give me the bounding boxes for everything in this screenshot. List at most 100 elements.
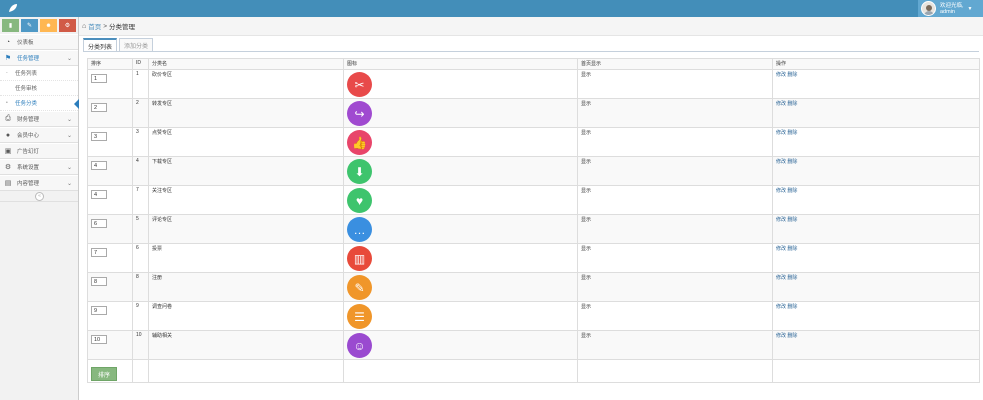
delete-link[interactable]: 删除: [787, 188, 797, 194]
sort-input[interactable]: 10: [91, 335, 107, 344]
sidebar-item-ads[interactable]: ▣ 广告幻灯: [0, 143, 78, 159]
sort-input[interactable]: 4: [91, 190, 107, 199]
sidebar-item-label: 任务审核: [15, 86, 38, 92]
sort-cell: 1: [87, 69, 133, 99]
gear-icon: ⚙: [4, 164, 12, 171]
sort-input[interactable]: 1: [91, 74, 107, 83]
edit-link[interactable]: 修改: [776, 304, 786, 310]
avatar: [921, 1, 936, 16]
id-cell: 6: [132, 243, 149, 273]
sort-input[interactable]: 9: [91, 306, 107, 315]
delete-link[interactable]: 删除: [787, 304, 797, 310]
sidebar-item-label: 广告幻灯: [17, 149, 40, 155]
table-row: 1 1 砍价专区 ✂ 显示 修改 删除: [87, 69, 980, 99]
sidebar-subitem-task-category[interactable]: • 任务分类: [0, 96, 79, 111]
column-header: 首页显示: [577, 58, 773, 70]
user-menu[interactable]: 欢迎光临, admin ▼: [918, 0, 983, 17]
sort-cell: 4: [87, 156, 133, 186]
delete-link[interactable]: 删除: [787, 130, 797, 136]
edit-link[interactable]: 修改: [776, 246, 786, 252]
delete-link[interactable]: 删除: [787, 101, 797, 107]
sidebar-item-label: 仪表板: [17, 40, 34, 46]
table-row: 4 4 下载专区 ⬇ 显示 修改 删除: [87, 156, 980, 186]
tab-divider: [83, 51, 979, 52]
show-cell: 显示: [577, 330, 773, 360]
chevron-down-icon: ⌄: [66, 116, 72, 123]
id-cell: 1: [132, 69, 149, 99]
empty-cell: [132, 359, 149, 383]
icon-cell: ✂: [343, 69, 578, 99]
chevron-down-icon: ⌄: [66, 164, 72, 171]
show-cell: 显示: [577, 272, 773, 302]
table-row: 4 7 关注专区 ♥ 显示 修改 删除: [87, 185, 980, 215]
sort-input[interactable]: 2: [91, 103, 107, 112]
home-icon[interactable]: ⌂: [82, 23, 86, 30]
category-table: 排序 ID 分类名 图标 首页显示 操作 1 1 砍价专区 ✂ 显示 修改 删除 2 2 转发专…: [87, 58, 980, 383]
double-angle-left-icon: «: [35, 192, 44, 201]
leaf-logo-icon[interactable]: [8, 3, 18, 13]
sidebar-item-content[interactable]: ▤ 内容管理 ⌄: [0, 175, 78, 191]
flag-icon: ⚑: [4, 55, 12, 62]
sidebar-subitem-task-review[interactable]: 任务审核: [0, 81, 78, 96]
sidebar-collapse-toggle[interactable]: «: [0, 191, 78, 202]
breadcrumb-home[interactable]: 首页: [88, 21, 101, 31]
users-icon: ☻: [45, 22, 52, 29]
actions-cell: 修改 删除: [772, 156, 980, 186]
sort-input[interactable]: 6: [91, 219, 107, 228]
table-footer-row: 排序: [87, 359, 980, 383]
show-cell: 显示: [577, 98, 773, 128]
sort-input[interactable]: 8: [91, 277, 107, 286]
sidebar-item-members[interactable]: ● 会员中心 ⌄: [0, 127, 78, 143]
sidebar-item-system[interactable]: ⚙ 系统设置 ⌄: [0, 159, 78, 175]
sidebar-item-label: 系统设置: [17, 165, 40, 171]
sort-input[interactable]: 4: [91, 161, 107, 170]
sort-input[interactable]: 7: [91, 248, 107, 257]
cogs-shortcut-button[interactable]: ⚙: [59, 19, 76, 32]
sidebar-subitem-task-list[interactable]: - 任务列表: [0, 66, 78, 81]
table-row: 6 5 评论专区… 显示 修改 删除: [87, 214, 980, 244]
edit-link[interactable]: 修改: [776, 275, 786, 281]
tab-category-list[interactable]: 分类列表: [83, 38, 118, 52]
edit-link[interactable]: 修改: [776, 188, 786, 194]
tab-add-category[interactable]: 添加分类: [119, 38, 154, 52]
edit-link[interactable]: 修改: [776, 159, 786, 165]
delete-link[interactable]: 删除: [787, 333, 797, 339]
sort-cell: 2: [87, 98, 133, 128]
pencil-shortcut-button[interactable]: ✎: [21, 19, 38, 32]
sidebar: ▮ ✎ ☻ ⚙ ◔ 仪表板 ⚑ 任务管理 ⌄ - 任务列表 任务审核 • 任务分类 ⎙…: [0, 17, 79, 400]
show-cell: 显示: [577, 214, 773, 244]
download-icon: ⬇: [347, 159, 372, 184]
sort-cell: 4: [87, 185, 133, 215]
sort-button[interactable]: 排序: [91, 367, 117, 381]
signal-shortcut-button[interactable]: ▮: [2, 19, 19, 32]
column-header: 分类名: [148, 58, 344, 70]
edit-link[interactable]: 修改: [776, 217, 786, 223]
edit-link[interactable]: 修改: [776, 333, 786, 339]
users-shortcut-button[interactable]: ☻: [40, 19, 57, 32]
edit-link[interactable]: 修改: [776, 72, 786, 78]
sort-cell: 6: [87, 214, 133, 244]
delete-link[interactable]: 删除: [787, 159, 797, 165]
delete-link[interactable]: 删除: [787, 72, 797, 78]
name-cell: 投票: [148, 243, 344, 273]
edit-link[interactable]: 修改: [776, 101, 786, 107]
sidebar-item-dashboard[interactable]: ◔ 仪表板: [0, 34, 78, 50]
picture-icon: ▣: [4, 148, 12, 155]
cogs-icon: ⚙: [64, 23, 71, 29]
breadcrumb-separator: >: [103, 22, 108, 30]
show-cell: 显示: [577, 156, 773, 186]
delete-link[interactable]: 删除: [787, 217, 797, 223]
sort-cell: 3: [87, 127, 133, 157]
sort-input[interactable]: 3: [91, 132, 107, 141]
show-cell: 显示: [577, 243, 773, 273]
sidebar-item-finance[interactable]: ⎙ 财务管理 ⌄: [0, 111, 78, 127]
survey-icon: ☰: [347, 304, 372, 329]
sidebar-item-task-management[interactable]: ⚑ 任务管理 ⌄: [0, 50, 78, 66]
table-row: 2 2 转发专区 ↪ 显示 修改 删除: [87, 98, 980, 128]
actions-cell: 修改 删除: [772, 301, 980, 331]
column-header: 操作: [772, 58, 980, 70]
delete-link[interactable]: 删除: [787, 246, 797, 252]
name-cell: 转发专区: [148, 98, 344, 128]
edit-link[interactable]: 修改: [776, 130, 786, 136]
delete-link[interactable]: 删除: [787, 275, 797, 281]
